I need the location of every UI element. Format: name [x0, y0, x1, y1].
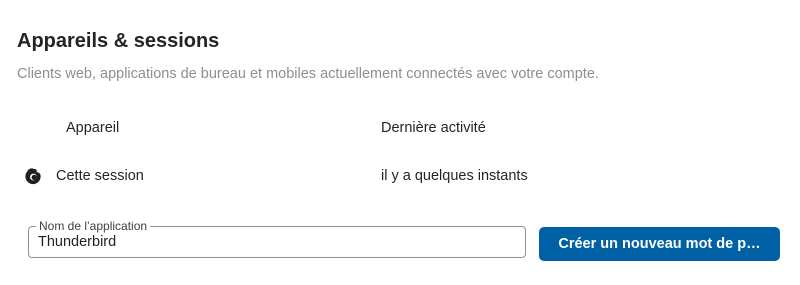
create-app-password-button[interactable]: Créer un nouveau mot de p…: [539, 227, 780, 261]
session-last-activity: il y a quelques instants: [381, 168, 528, 184]
app-name-input[interactable]: [38, 233, 508, 251]
devices-sessions-panel: Appareils & sessions Clients web, applic…: [0, 0, 800, 285]
section-description: Clients web, applications de bureau et m…: [17, 66, 599, 82]
session-row: Cette session il y a quelques instants: [0, 160, 800, 192]
section-title: Appareils & sessions: [17, 30, 220, 52]
firefox-browser-icon: [24, 167, 42, 185]
app-name-field-label: Nom de l’application: [36, 219, 151, 233]
column-header-last-activity: Dernière activité: [381, 120, 486, 136]
column-header-device: Appareil: [66, 120, 120, 136]
session-device-name: Cette session: [56, 168, 144, 184]
app-name-field[interactable]: Nom de l’application: [28, 219, 526, 258]
